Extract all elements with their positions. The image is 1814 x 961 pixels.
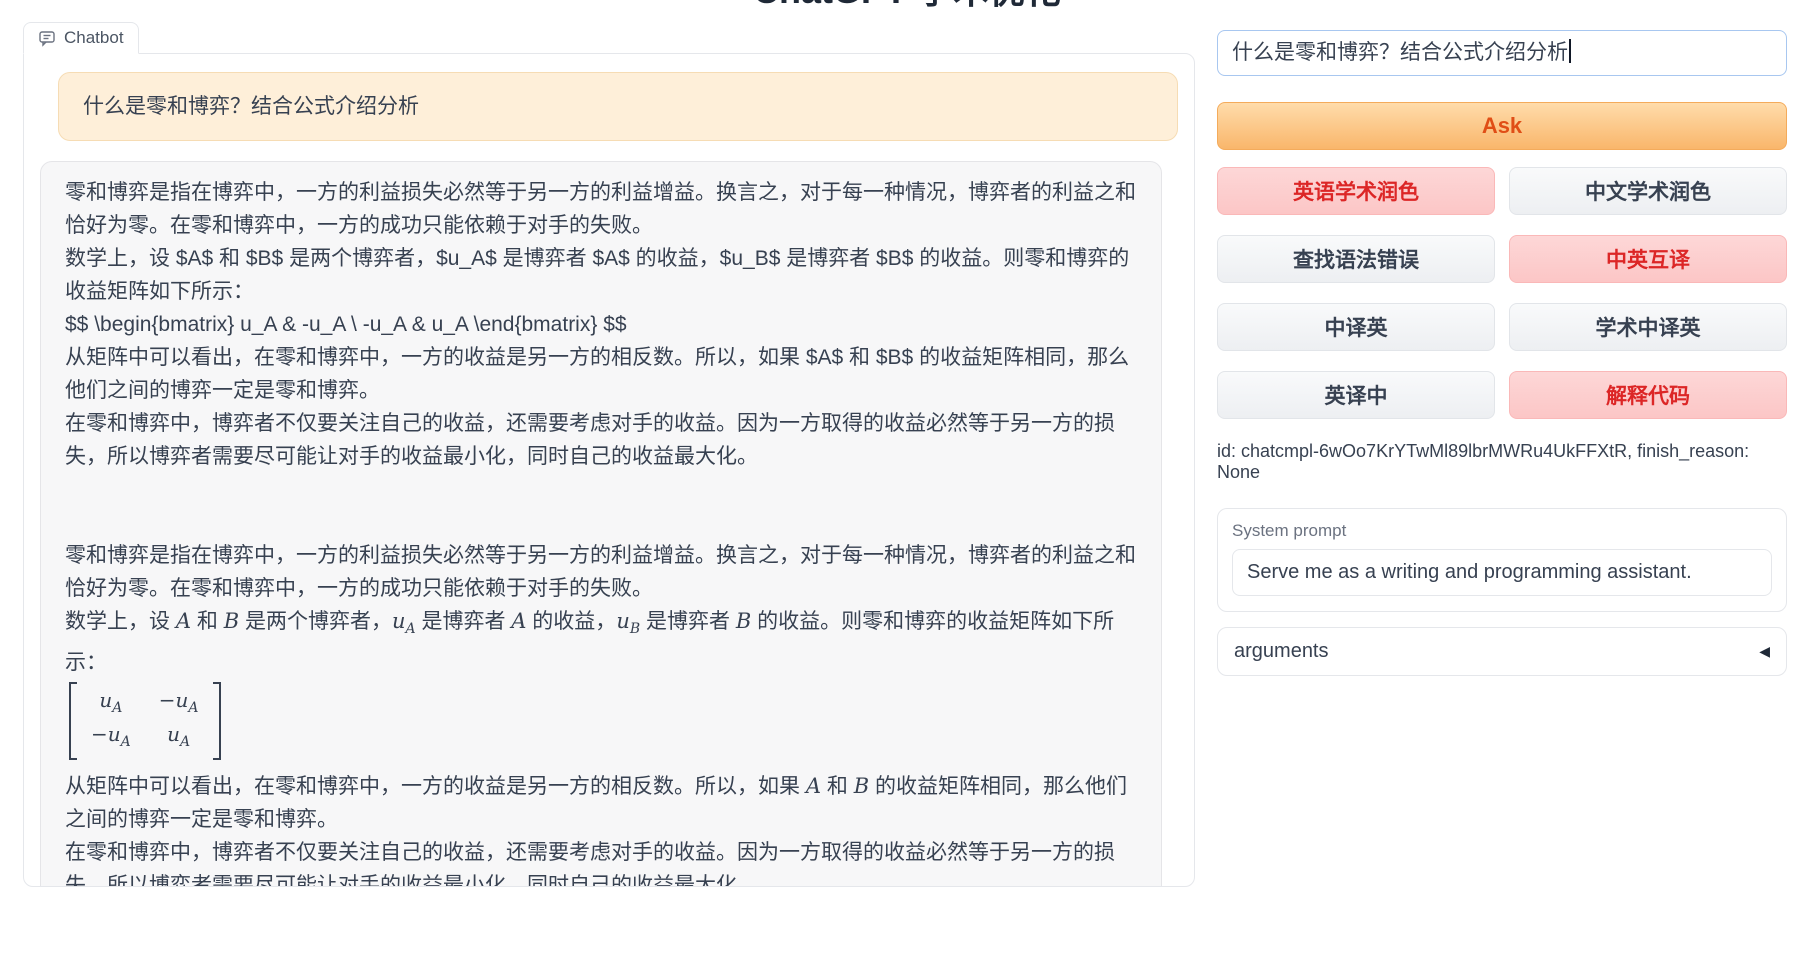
chatbot-label-tab: Chatbot — [23, 22, 139, 54]
question-input[interactable]: 什么是零和博弈？结合公式介绍分析 — [1217, 30, 1787, 76]
bot-rendered-paragraph: 数学上，设 A 和 B 是两个博弈者，uA 是博弈者 A 的收益，uB 是博弈者… — [65, 605, 1137, 679]
btn-academic-zh-to-en[interactable]: 学术中译英 — [1509, 303, 1787, 351]
btn-english-academic-polish[interactable]: 英语学术润色 — [1217, 167, 1495, 215]
btn-explain-code[interactable]: 解释代码 — [1509, 371, 1787, 419]
ask-button[interactable]: Ask — [1217, 102, 1787, 150]
matrix-left-bracket — [69, 682, 77, 760]
matrix-cell: −uA — [159, 687, 199, 721]
bot-message-bubble: 零和博弈是指在博弈中，一方的利益损失必然等于另一方的利益增益。换言之，对于每一种… — [40, 161, 1162, 887]
btn-chinese-academic-polish[interactable]: 中文学术润色 — [1509, 167, 1787, 215]
btn-find-grammar-errors[interactable]: 查找语法错误 — [1217, 235, 1495, 283]
chat-bubble-icon — [38, 29, 56, 47]
arguments-accordion[interactable]: arguments ◀ — [1217, 627, 1787, 676]
bot-rendered-paragraph: 在零和博弈中，博弈者不仅要关注自己的收益，还需要考虑对手的收益。因为一方取得的收… — [65, 836, 1137, 887]
system-prompt-label: System prompt — [1232, 521, 1772, 541]
chatbot-label-text: Chatbot — [64, 28, 124, 48]
bot-raw-paragraph: 数学上，设 $A$ 和 $B$ 是两个博弈者，$u_A$ 是博弈者 $A$ 的收… — [65, 242, 1137, 308]
controls-column: 什么是零和博弈？结合公式介绍分析 Ask 英语学术润色 中文学术润色 查找语法错… — [1217, 30, 1787, 676]
question-input-value: 什么是零和博弈？结合公式介绍分析 — [1232, 41, 1568, 64]
bot-rendered-paragraph: 零和博弈是指在博弈中，一方的利益损失必然等于另一方的利益增益。换言之，对于每一种… — [65, 539, 1137, 605]
page-title: ChatGPT 学术优化 — [0, 0, 1814, 7]
arguments-accordion-label: arguments — [1234, 640, 1329, 663]
accordion-collapse-icon: ◀ — [1759, 643, 1770, 660]
page-title-clipped: ChatGPT 学术优化 — [0, 0, 1814, 7]
matrix-cell: uA — [159, 721, 199, 755]
user-message-bubble: 什么是零和博弈？结合公式介绍分析 — [58, 72, 1178, 141]
function-button-grid: 英语学术润色 中文学术润色 查找语法错误 中英互译 中译英 学术中译英 英译中 … — [1217, 167, 1787, 419]
message-gap — [65, 473, 1137, 539]
matrix-right-bracket — [213, 682, 221, 760]
payoff-matrix: uA −uA −uA uA — [69, 682, 221, 760]
matrix-cells: uA −uA −uA uA — [77, 682, 213, 760]
btn-zh-en-mutual-translate[interactable]: 中英互译 — [1509, 235, 1787, 283]
system-prompt-value: Serve me as a writing and programming as… — [1247, 561, 1692, 583]
btn-zh-to-en[interactable]: 中译英 — [1217, 303, 1495, 351]
matrix-cell: uA — [91, 687, 131, 721]
bot-raw-paragraph: 从矩阵中可以看出，在零和博弈中，一方的收益是另一方的相反数。所以，如果 $A$ … — [65, 341, 1137, 407]
bot-raw-latex-line: $$ \begin{bmatrix} u_A & -u_A \ -u_A & u… — [65, 308, 1137, 341]
bot-raw-paragraph: 零和博弈是指在博弈中，一方的利益损失必然等于另一方的利益增益。换言之，对于每一种… — [65, 176, 1137, 242]
bot-raw-paragraph: 在零和博弈中，博弈者不仅要关注自己的收益，还需要考虑对手的收益。因为一方取得的收… — [65, 407, 1137, 473]
bot-rendered-paragraph: 从矩阵中可以看出，在零和博弈中，一方的收益是另一方的相反数。所以，如果 A 和 … — [65, 770, 1137, 836]
system-prompt-box: System prompt Serve me as a writing and … — [1217, 508, 1787, 612]
chat-column: Chatbot 什么是零和博弈？结合公式介绍分析 零和博弈是指在博弈中，一方的利… — [23, 22, 1195, 887]
matrix-cell: −uA — [91, 721, 131, 755]
system-prompt-input[interactable]: Serve me as a writing and programming as… — [1232, 549, 1772, 596]
user-message-text: 什么是零和博弈？结合公式介绍分析 — [83, 90, 1153, 123]
chatbot-panel: 什么是零和博弈？结合公式介绍分析 零和博弈是指在博弈中，一方的利益损失必然等于另… — [23, 53, 1195, 887]
text-cursor — [1569, 39, 1571, 63]
status-line: id: chatcmpl-6wOo7KrYTwMl89lbrMWRu4UkFFX… — [1217, 441, 1787, 483]
ask-button-label: Ask — [1482, 113, 1522, 139]
btn-en-to-zh[interactable]: 英译中 — [1217, 371, 1495, 419]
